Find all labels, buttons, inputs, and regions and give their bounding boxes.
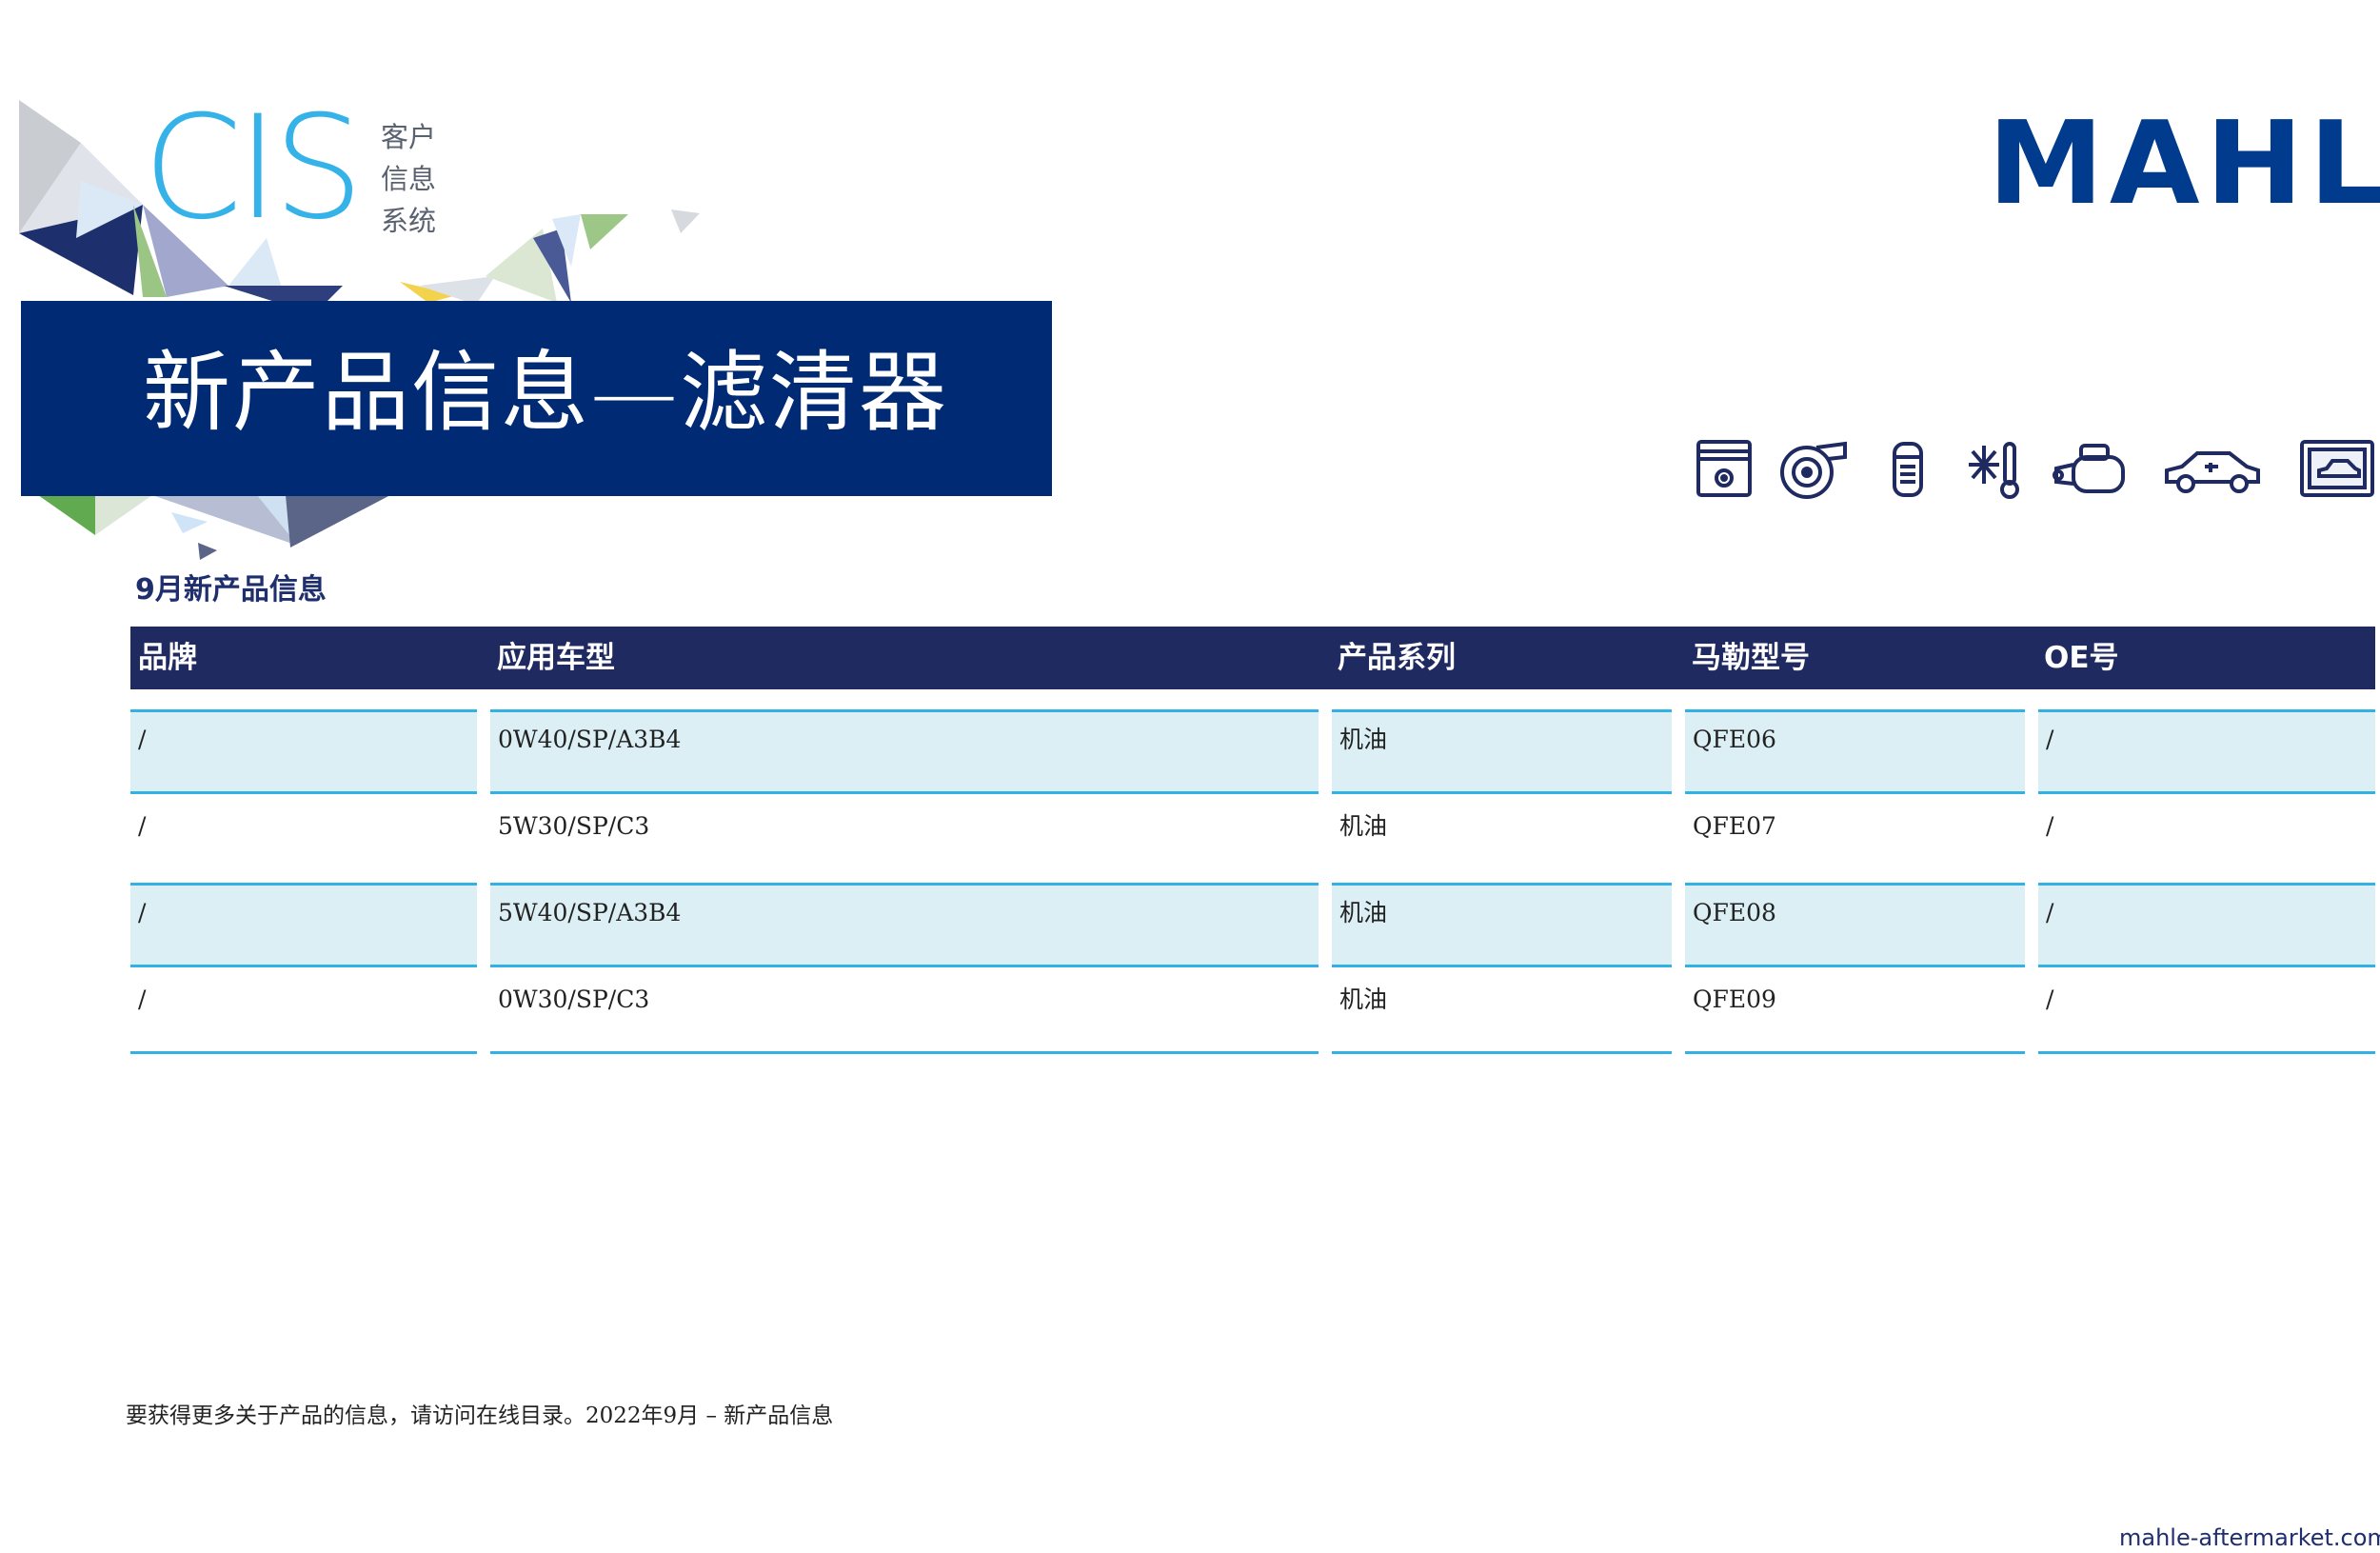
cell-brand: /: [138, 812, 147, 840]
table-cell: /: [2038, 969, 2375, 1054]
table-cell: 5W40/SP/A3B4: [490, 883, 1319, 967]
column-header-vehicle: 应用车型: [497, 641, 615, 675]
table-row: / 0W30/SP/C3 机油 QFE09 /: [0, 969, 2380, 1056]
cell-series: 机油: [1339, 726, 1388, 753]
footer-note: 要获得更多关于产品的信息，请访问在线目录。2022年9月 – 新产品信息: [126, 1404, 834, 1428]
table-cell: /: [2038, 796, 2375, 881]
cell-mahle-part: QFE06: [1693, 726, 1776, 753]
table-row: / 5W40/SP/A3B4 机油 QFE08 /: [0, 883, 2380, 969]
cell-oe-number: /: [2046, 726, 2054, 753]
column-header-mahle-part: 马勒型号: [1692, 641, 1810, 675]
table-cell: /: [130, 709, 477, 794]
table-cell: 机油: [1332, 796, 1672, 881]
column-header-oe-number: OE号: [2044, 641, 2119, 675]
table-cell: 5W30/SP/C3: [490, 796, 1319, 881]
table-cell: QFE06: [1685, 709, 2025, 794]
table-row: / 5W30/SP/C3 机油 QFE07 /: [0, 796, 2380, 883]
table-cell: 0W40/SP/A3B4: [490, 709, 1319, 794]
table-cell: /: [130, 883, 477, 967]
table-cell: QFE08: [1685, 883, 2025, 967]
table-cell: 机油: [1332, 709, 1672, 794]
title-banner: 新产品信息—滤清器: [21, 301, 1052, 496]
cis-subtitle-line: 客户: [381, 121, 437, 153]
cis-subtitle-line: 信息: [381, 163, 437, 195]
website-link[interactable]: mahle-aftermarket.com: [2119, 1523, 2380, 1552]
cell-oe-number: /: [2046, 812, 2054, 840]
cell-vehicle: 0W30/SP/C3: [498, 986, 650, 1013]
cell-mahle-part: QFE07: [1693, 812, 1776, 840]
cell-brand: /: [138, 726, 147, 753]
cell-brand: /: [138, 899, 147, 926]
table-cell: QFE09: [1685, 969, 2025, 1054]
cis-logo-letters: CIS: [143, 86, 364, 251]
table-cell: /: [130, 969, 477, 1054]
column-header-brand: 品牌: [138, 641, 197, 675]
cis-logo: CIS 客户 信息 系统: [143, 97, 466, 249]
turbocharger-icon: [1778, 436, 1853, 501]
electric-car-icon: [2161, 436, 2264, 501]
cell-oe-number: /: [2046, 986, 2054, 1013]
cis-subtitle-line: 系统: [381, 205, 437, 237]
cell-brand: /: [138, 986, 147, 1013]
mahle-logo: MAHLE: [1988, 98, 2380, 230]
table-cell: 机油: [1332, 969, 1672, 1054]
column-header-series: 产品系列: [1338, 641, 1456, 675]
cis-logo-subtitle: 客户 信息 系统: [381, 116, 436, 242]
table-cell: QFE07: [1685, 796, 2025, 881]
cell-vehicle: 5W40/SP/A3B4: [498, 899, 682, 926]
table-cell: 机油: [1332, 883, 1672, 967]
thermal-management-icon: [1965, 436, 2022, 501]
starter-motor-icon: [2049, 436, 2129, 501]
table-cell: 0W30/SP/C3: [490, 969, 1319, 1054]
table-cell: /: [130, 796, 477, 881]
oil-filter-icon: [1889, 436, 1927, 501]
cell-series: 机油: [1339, 812, 1388, 840]
cell-mahle-part: QFE08: [1693, 899, 1776, 926]
diagnostic-device-icon: [2298, 436, 2376, 501]
table-header: 品牌 应用车型 产品系列 马勒型号 OE号: [130, 627, 2375, 689]
table-cell: /: [2038, 883, 2375, 967]
cell-series: 机油: [1339, 899, 1388, 926]
cell-vehicle: 0W40/SP/A3B4: [498, 726, 682, 753]
piston-icon: [1695, 436, 1754, 501]
cell-vehicle: 5W30/SP/C3: [498, 812, 650, 840]
page-title: 新产品信息—滤清器: [143, 342, 949, 444]
cell-mahle-part: QFE09: [1693, 986, 1776, 1013]
table-cell: /: [2038, 709, 2375, 794]
cell-oe-number: /: [2046, 899, 2054, 926]
section-subtitle: 9月新产品信息: [135, 573, 327, 607]
table-row: / 0W40/SP/A3B4 机油 QFE06 /: [0, 709, 2380, 796]
cell-series: 机油: [1339, 986, 1388, 1013]
